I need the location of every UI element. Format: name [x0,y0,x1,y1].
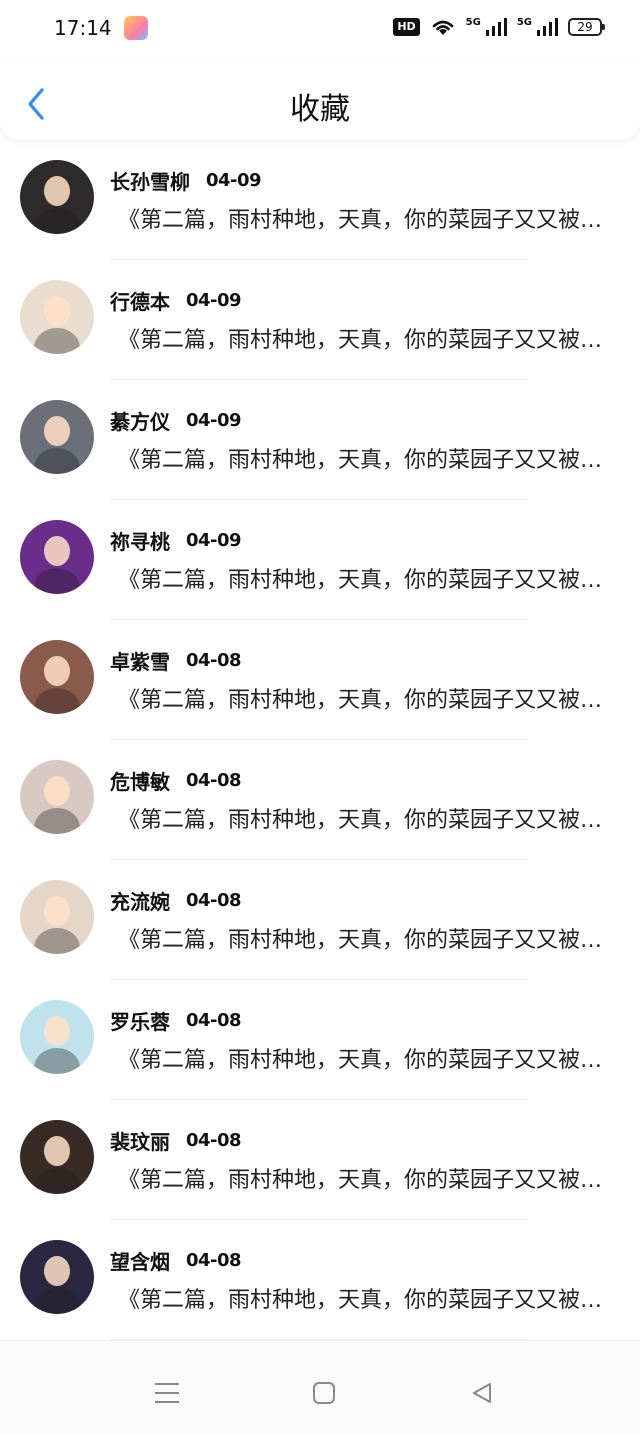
avatar[interactable] [20,760,94,834]
user-name: 罗乐蓉 [110,1010,170,1034]
item-header: 长孙雪柳 04-09 [110,166,262,195]
item-date: 04-08 [186,770,242,791]
item-content: 《第二篇，雨村种地，天真，你的菜园子又又被拱了》 [118,688,614,713]
avatar-body [34,928,80,954]
page-title: 收藏 [290,92,350,127]
favorites-list: 长孙雪柳 04-09 《第二篇，雨村种地，天真，你的菜园子又又被拱了》 行德本 04-0… [0,140,640,1340]
signal-5g-label-2: 5G [516,17,532,28]
user-name: 长孙雪柳 [110,170,190,194]
signal-strength-icon [485,17,507,37]
list-item[interactable]: 望含烟 04-08 《第二篇，雨村种地，天真，你的菜园子又又被拱了》 [0,1220,640,1340]
item-date: 04-08 [186,650,242,671]
avatar-body [34,448,80,474]
avatar[interactable] [20,640,94,714]
avatar-face [44,776,70,806]
item-header: 望含烟 04-08 [110,1246,242,1275]
list-item[interactable]: 罗乐蓉 04-08 《第二篇，雨村种地，天真，你的菜园子又又被拱了》 [0,980,640,1100]
item-header: 裴玟丽 04-08 [110,1126,242,1155]
avatar-body [34,1288,80,1314]
list-item[interactable]: 长孙雪柳 04-09 《第二篇，雨村种地，天真，你的菜园子又又被拱了》 [0,140,640,260]
list-item[interactable]: 裴玟丽 04-08 《第二篇，雨村种地，天真，你的菜园子又又被拱了》 [0,1100,640,1220]
avatar-body [34,808,80,834]
item-content: 《第二篇，雨村种地，天真，你的菜园子又又被拱了》 [118,328,614,353]
list-item[interactable]: 卓紫雪 04-08 《第二篇，雨村种地，天真，你的菜园子又又被拱了》 [0,620,640,740]
home-square-icon[interactable] [312,1381,336,1409]
avatar-body [34,1048,80,1074]
item-header: 危博敏 04-08 [110,766,242,795]
item-header: 罗乐蓉 04-08 [110,1006,242,1035]
user-name: 危博敏 [110,770,170,794]
header-bar: 收藏 [0,58,640,140]
item-date: 04-08 [186,1010,242,1031]
item-content: 《第二篇，雨村种地，天真，你的菜园子又又被拱了》 [118,208,614,233]
avatar[interactable] [20,400,94,474]
avatar-body [34,568,80,594]
avatar[interactable] [20,1240,94,1314]
avatar-body [34,1168,80,1194]
avatar-face [44,1256,70,1286]
item-header: 祢寻桃 04-09 [110,526,242,555]
user-name: 卓紫雪 [110,650,170,674]
menu-icon[interactable] [154,1381,180,1409]
avatar-body [34,688,80,714]
item-date: 04-09 [186,530,242,551]
hd-voice-icon: HD [393,18,420,36]
system-nav-bar [0,1340,640,1434]
item-content: 《第二篇，雨村种地，天真，你的菜园子又又被拱了》 [118,808,614,833]
avatar-body [34,208,80,234]
item-header: 充流婉 04-08 [110,886,242,915]
item-content: 《第二篇，雨村种地，天真，你的菜园子又又被拱了》 [118,448,614,473]
item-content: 《第二篇，雨村种地，天真，你的菜园子又又被拱了》 [118,568,614,593]
avatar[interactable] [20,1120,94,1194]
item-header: 行德本 04-09 [110,286,242,315]
avatar[interactable] [20,520,94,594]
triangle-back-icon[interactable] [470,1381,494,1409]
item-header: 綦方仪 04-09 [110,406,242,435]
item-date: 04-08 [186,1130,242,1151]
avatar-face [44,1016,70,1046]
user-name: 行德本 [110,290,170,314]
status-bar: 17:14 HD 5G 5G 29 [0,0,640,58]
status-indicators: HD 5G 5G 29 [393,17,605,37]
avatar-face [44,416,70,446]
item-content: 《第二篇，雨村种地，天真，你的菜园子又又被拱了》 [118,1168,614,1193]
list-item[interactable]: 行德本 04-09 《第二篇，雨村种地，天真，你的菜园子又又被拱了》 [0,260,640,380]
item-content: 《第二篇，雨村种地，天真，你的菜园子又又被拱了》 [118,1048,614,1073]
status-time: 17:14 [54,16,112,40]
item-date: 04-08 [186,890,242,911]
user-name: 綦方仪 [110,410,170,434]
avatar-face [44,896,70,926]
user-name: 望含烟 [110,1250,170,1274]
avatar[interactable] [20,1000,94,1074]
item-content: 《第二篇，雨村种地，天真，你的菜园子又又被拱了》 [118,1288,614,1313]
avatar-face [44,536,70,566]
list-item[interactable]: 綦方仪 04-09 《第二篇，雨村种地，天真，你的菜园子又又被拱了》 [0,380,640,500]
user-name: 祢寻桃 [110,530,170,554]
wifi-icon [430,17,456,37]
list-item[interactable]: 危博敏 04-08 《第二篇，雨村种地，天真，你的菜园子又又被拱了》 [0,740,640,860]
avatar[interactable] [20,880,94,954]
item-content: 《第二篇，雨村种地，天真，你的菜园子又又被拱了》 [118,928,614,953]
signal-strength-icon [536,17,558,37]
avatar-face [44,176,70,206]
avatar[interactable] [20,280,94,354]
user-name: 充流婉 [110,890,170,914]
user-name: 裴玟丽 [110,1130,170,1154]
avatar[interactable] [20,160,94,234]
list-item[interactable]: 祢寻桃 04-09 《第二篇，雨村种地，天真，你的菜园子又又被拱了》 [0,500,640,620]
battery-icon: 29 [568,18,605,36]
avatar-body [34,328,80,354]
item-header: 卓紫雪 04-08 [110,646,242,675]
avatar-face [44,1136,70,1166]
item-date: 04-09 [206,170,262,191]
item-date: 04-09 [186,410,242,431]
item-date: 04-08 [186,1250,242,1271]
avatar-face [44,656,70,686]
item-date: 04-09 [186,290,242,311]
signal-5g-label-1: 5G [465,17,481,28]
list-item[interactable]: 充流婉 04-08 《第二篇，雨村种地，天真，你的菜园子又又被拱了》 [0,860,640,980]
app-notification-icon [124,16,148,40]
avatar-face [44,296,70,326]
